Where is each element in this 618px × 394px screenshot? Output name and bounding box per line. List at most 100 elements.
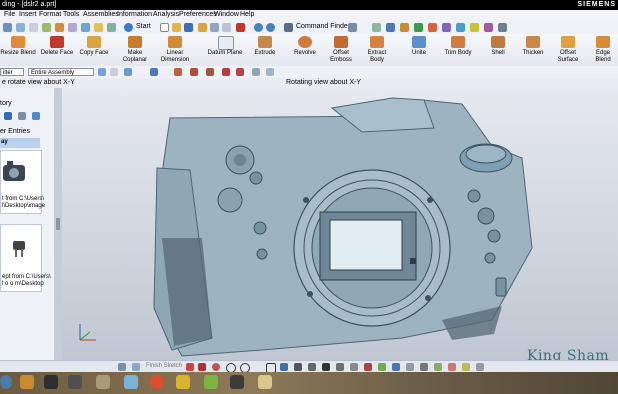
offset-surface-button[interactable]: Offset Surface bbox=[553, 34, 583, 66]
menu-window[interactable]: Window bbox=[214, 11, 239, 18]
render-icon[interactable] bbox=[55, 23, 64, 32]
paste-icon[interactable] bbox=[222, 23, 231, 32]
snap-center-icon[interactable] bbox=[174, 68, 182, 76]
polygon-icon[interactable] bbox=[280, 363, 288, 371]
orient-sketch-icon[interactable] bbox=[132, 363, 140, 371]
offset-curve-icon[interactable] bbox=[364, 363, 372, 371]
fit-icon[interactable] bbox=[81, 23, 90, 32]
nav-home-icon[interactable] bbox=[4, 112, 12, 120]
new-icon[interactable] bbox=[160, 23, 169, 32]
command-finder-icon[interactable] bbox=[284, 23, 293, 32]
cut-icon[interactable] bbox=[198, 23, 207, 32]
snap-end-icon[interactable] bbox=[124, 68, 132, 76]
select-icon[interactable] bbox=[386, 23, 395, 32]
nav-view-icon[interactable] bbox=[32, 112, 40, 120]
media-icon[interactable] bbox=[68, 375, 82, 389]
window-icon[interactable] bbox=[348, 23, 357, 32]
offset-emboss-button[interactable]: Offset Emboss bbox=[326, 34, 356, 66]
constraint-icon[interactable] bbox=[420, 363, 428, 371]
surface-icon[interactable] bbox=[456, 23, 465, 32]
command-finder-button[interactable]: Command Finder bbox=[296, 23, 350, 30]
trim-icon[interactable] bbox=[336, 363, 344, 371]
graphics-window[interactable]: King Sham bbox=[62, 88, 618, 360]
sketch-icon[interactable] bbox=[118, 363, 126, 371]
nx-app-icon[interactable] bbox=[258, 375, 272, 389]
snap-tangent-icon[interactable] bbox=[236, 68, 244, 76]
delete-face-button[interactable]: Delete Face bbox=[38, 34, 76, 66]
more-icon[interactable] bbox=[498, 23, 507, 32]
curve-icon[interactable] bbox=[470, 23, 479, 32]
arc-icon[interactable] bbox=[212, 363, 220, 371]
panel-splitter[interactable] bbox=[54, 88, 62, 360]
menu-format[interactable]: Format bbox=[39, 11, 61, 18]
chrome-icon[interactable] bbox=[150, 375, 164, 389]
folder-icon[interactable] bbox=[20, 375, 34, 389]
nav-back-icon[interactable] bbox=[18, 112, 26, 120]
more-sketch-icon[interactable] bbox=[476, 363, 484, 371]
splitter-handle[interactable] bbox=[56, 218, 60, 230]
measure-icon[interactable] bbox=[428, 23, 437, 32]
fillet-icon[interactable] bbox=[294, 363, 302, 371]
pattern-icon[interactable] bbox=[378, 363, 386, 371]
green-app-icon[interactable] bbox=[204, 375, 218, 389]
shell-button[interactable]: Shell bbox=[484, 34, 512, 66]
scope-select[interactable]: Entire Assembly bbox=[28, 68, 94, 76]
convert-icon[interactable] bbox=[462, 363, 470, 371]
mirror-icon[interactable] bbox=[392, 363, 400, 371]
snap-face-icon[interactable] bbox=[266, 68, 274, 76]
section-header[interactable]: ay bbox=[0, 138, 40, 148]
snap-mid-icon[interactable] bbox=[150, 68, 158, 76]
profile-icon[interactable] bbox=[186, 363, 194, 371]
linear-dimension-button[interactable]: Linear Dimension bbox=[157, 34, 193, 66]
dark-app-icon[interactable] bbox=[230, 375, 244, 389]
menu-file[interactable]: File bbox=[4, 11, 15, 18]
menu-preferences[interactable]: Preferences bbox=[179, 11, 217, 18]
snap-intersect-icon[interactable] bbox=[222, 68, 230, 76]
terminal-icon[interactable] bbox=[44, 375, 58, 389]
app-icon[interactable] bbox=[3, 23, 12, 32]
camera-body-model[interactable] bbox=[62, 88, 618, 360]
datum-plane-button[interactable]: Datum Plane bbox=[206, 34, 244, 66]
filter-icon[interactable] bbox=[98, 68, 106, 76]
edit-icon[interactable] bbox=[484, 23, 493, 32]
delete-icon[interactable] bbox=[236, 23, 245, 32]
orient-icon[interactable] bbox=[29, 23, 38, 32]
snap-icon[interactable] bbox=[372, 23, 381, 32]
menu-analysis[interactable]: Analysis bbox=[153, 11, 179, 18]
trim-body-button[interactable]: Trim Body bbox=[440, 34, 476, 66]
view-icon[interactable] bbox=[16, 23, 25, 32]
copy-icon[interactable] bbox=[210, 23, 219, 32]
snap-point-icon[interactable] bbox=[206, 68, 214, 76]
redo-icon[interactable] bbox=[266, 23, 275, 32]
chamfer-icon[interactable] bbox=[308, 363, 316, 371]
point-icon[interactable] bbox=[322, 363, 330, 371]
start-orb-icon[interactable] bbox=[0, 375, 12, 389]
menu-assemblies[interactable]: Assemblies bbox=[83, 11, 119, 18]
save-icon[interactable] bbox=[184, 23, 193, 32]
resize-blend-button[interactable]: Resize Blend bbox=[0, 34, 36, 66]
undo-icon[interactable] bbox=[254, 23, 263, 32]
dimension-icon[interactable] bbox=[406, 363, 414, 371]
menu-insert[interactable]: Insert bbox=[19, 11, 37, 18]
relations-icon[interactable] bbox=[434, 363, 442, 371]
unite-button[interactable]: Unite bbox=[405, 34, 433, 66]
extrude-button[interactable]: Extrude bbox=[250, 34, 280, 66]
copy-face-button[interactable]: Copy Face bbox=[76, 34, 112, 66]
snap-quadrant-icon[interactable] bbox=[190, 68, 198, 76]
app-icon-taskbar[interactable] bbox=[176, 375, 190, 389]
sketch-icon[interactable] bbox=[400, 23, 409, 32]
thicken-button[interactable]: Thicken bbox=[518, 34, 548, 66]
start-icon[interactable] bbox=[124, 23, 133, 32]
open-icon[interactable] bbox=[172, 23, 181, 32]
type-filter-select[interactable]: ilter bbox=[0, 68, 24, 76]
edge-blend-button[interactable]: Edge Blend bbox=[588, 34, 618, 66]
make-coplanar-button[interactable]: Make Coplanar bbox=[115, 34, 155, 66]
menu-tools[interactable]: Tools bbox=[63, 11, 79, 18]
menu-information[interactable]: Information bbox=[117, 11, 152, 18]
select-all-icon[interactable] bbox=[110, 68, 118, 76]
start-button[interactable]: Start bbox=[136, 23, 151, 30]
menu-help[interactable]: Help bbox=[240, 11, 254, 18]
display-icon[interactable] bbox=[68, 23, 77, 32]
word-icon[interactable] bbox=[124, 375, 138, 389]
analysis-icon[interactable] bbox=[442, 23, 451, 32]
